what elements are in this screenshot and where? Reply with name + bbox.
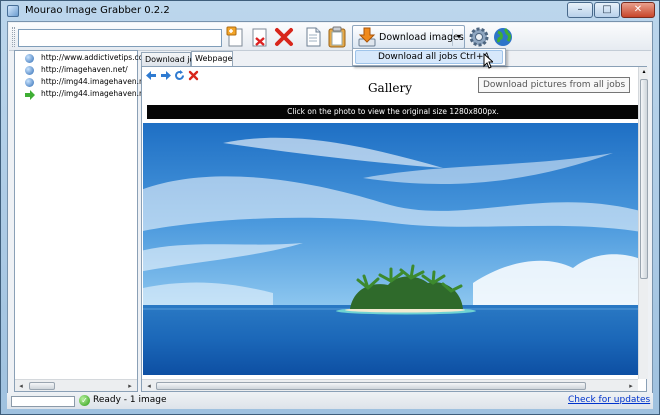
toolbar: Download images ▾ <box>9 23 651 51</box>
webpage-vertical-scrollbar[interactable]: ▴ <box>638 67 648 379</box>
remove-job-icon[interactable] <box>249 26 271 48</box>
refresh-icon[interactable] <box>174 70 185 81</box>
globe-icon <box>25 54 34 63</box>
globe-icon[interactable] <box>492 26 514 48</box>
app-window: Mourao Image Grabber 0.2.2 – □ ✕ Downloa… <box>0 0 660 415</box>
scrollbar-thumb[interactable] <box>156 382 586 390</box>
globe-icon <box>25 66 34 75</box>
minimize-button[interactable]: – <box>567 2 593 18</box>
status-bar: ✓ Ready - 1 image Check for updates <box>7 393 653 409</box>
scroll-up-icon[interactable]: ▴ <box>640 68 648 76</box>
tab-webpage[interactable]: Webpage <box>191 51 233 66</box>
tab-download-job[interactable]: Download job <box>141 52 200 66</box>
document-icon[interactable] <box>302 26 324 48</box>
mouse-cursor-icon <box>483 52 495 69</box>
tree-item-label: http://imagehaven.net/ <box>41 65 128 74</box>
new-job-icon[interactable] <box>225 26 247 48</box>
tree-item-label: http://img44.imagehaven.net <box>41 89 152 98</box>
window-title: Mourao Image Grabber 0.2.2 <box>25 5 170 16</box>
tree-horizontal-scrollbar[interactable]: ◂ ▸ <box>15 379 137 391</box>
url-tree: http://www.addictivetips.com http://imag… <box>14 50 151 392</box>
scrollbar-thumb[interactable] <box>640 79 648 279</box>
gallery-photo[interactable] <box>143 123 638 375</box>
check-for-updates-link[interactable]: Check for updates <box>568 395 650 405</box>
green-arrow-icon <box>25 90 35 100</box>
scroll-left-icon[interactable]: ◂ <box>144 381 154 391</box>
chevron-down-icon[interactable]: ▾ <box>457 32 461 41</box>
clipboard-icon[interactable] <box>326 26 348 48</box>
photo-banner: Click on the photo to view the original … <box>147 105 639 119</box>
app-icon <box>7 5 19 17</box>
maximize-button[interactable]: □ <box>594 2 620 18</box>
progress-bar <box>11 396 75 407</box>
tooltip: Download pictures from all jobs <box>478 77 631 93</box>
scroll-right-icon[interactable]: ▸ <box>125 381 135 391</box>
stop-icon[interactable] <box>188 70 199 81</box>
close-button[interactable]: ✕ <box>621 2 655 18</box>
settings-gear-icon[interactable] <box>468 26 490 48</box>
status-text: Ready - 1 image <box>93 395 167 405</box>
globe-icon <box>25 78 34 87</box>
download-images-button[interactable]: Download images ▾ <box>352 25 465 49</box>
menu-item-download-all-jobs[interactable]: Download all jobs Ctrl+A <box>355 50 503 64</box>
tree-item-label: http://img44.imagehaven.net <box>41 77 152 86</box>
url-input[interactable] <box>18 29 222 47</box>
webpage-horizontal-scrollbar[interactable]: ◂ ▸ <box>142 379 638 391</box>
dropdown-separator <box>452 29 453 46</box>
tree-item-label: http://www.addictivetips.com <box>41 53 151 62</box>
title-bar[interactable]: Mourao Image Grabber 0.2.2 – □ ✕ <box>1 1 659 21</box>
webpage-pane: Gallery Click on the photo to view the o… <box>141 66 648 392</box>
menu-item-label: Download all jobs <box>378 52 458 62</box>
download-icon <box>356 26 378 48</box>
checkmark-icon: ✓ <box>79 395 90 406</box>
toolbar-grip[interactable] <box>12 27 15 47</box>
delete-icon[interactable] <box>273 26 295 48</box>
scroll-left-icon[interactable]: ◂ <box>16 381 26 391</box>
back-arrow-icon[interactable] <box>146 70 157 81</box>
scroll-right-icon[interactable]: ▸ <box>626 381 636 391</box>
scrollbar-thumb[interactable] <box>29 382 55 390</box>
forward-arrow-icon[interactable] <box>160 70 171 81</box>
